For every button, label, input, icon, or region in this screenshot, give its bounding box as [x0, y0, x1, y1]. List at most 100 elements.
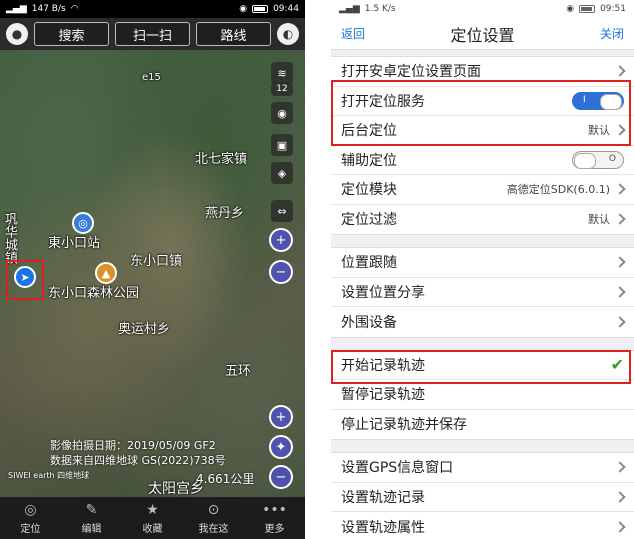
location-settings-screen: ▂▄▆ 1.5 K/s ◉ 09:51 返回 定位设置 关闭 打开安卓定位设置页… — [331, 0, 634, 539]
battery-icon — [579, 5, 596, 13]
status-bar: ▂▄▆ 1.5 K/s ◉ 09:51 — [331, 0, 634, 18]
row-label: 设置轨迹记录 — [341, 489, 425, 506]
map-label-forest-park: 东小口森林公园 — [48, 286, 140, 301]
battery-icon — [252, 5, 269, 13]
star-icon: ★ — [146, 501, 159, 518]
position-share-row[interactable]: 设置位置分享 — [331, 278, 634, 307]
alarm-icon: ◉ — [566, 4, 575, 14]
tool-icon[interactable]: ◈ — [271, 162, 293, 184]
tab-here[interactable]: ⊙ 我在这 — [183, 497, 244, 539]
track-attr-row[interactable]: 设置轨迹属性 — [331, 512, 634, 539]
row-label: 设置位置分享 — [341, 284, 425, 301]
row-value: 高德定位SDK(6.0.1) — [506, 183, 610, 197]
peripheral-device-row[interactable]: 外围设备 — [331, 307, 634, 337]
map-label-yandan: 燕丹乡 — [205, 206, 245, 221]
status-time: 09:51 — [600, 4, 626, 14]
ruler-icon[interactable]: ⇔ — [271, 200, 293, 222]
row-label: 设置轨迹属性 — [341, 519, 425, 536]
data-source: 数据来自四维地球 GS(2022)738号 — [50, 454, 226, 467]
pin-icon[interactable]: ◉ — [271, 102, 293, 124]
tab-favorites[interactable]: ★ 收藏 — [122, 497, 183, 539]
status-time: 09:44 — [273, 4, 299, 14]
signal-icon: ▂▄▆ — [339, 4, 360, 14]
scan-button[interactable]: 扫一扫 — [115, 22, 190, 46]
tab-label: 定位 — [20, 523, 41, 535]
chevron-right-icon — [614, 286, 626, 298]
account-icon[interactable]: ◐ — [277, 23, 299, 45]
location-arrow-icon[interactable]: ➤ — [14, 266, 36, 288]
chevron-right-icon — [614, 521, 626, 533]
track-record-settings-row[interactable]: 设置轨迹记录 — [331, 483, 634, 512]
more-icon: ••• — [262, 501, 287, 518]
track-settings-group: 设置GPS信息窗口 设置轨迹记录 设置轨迹属性 — [331, 452, 634, 539]
zoom-in-icon[interactable]: + — [269, 228, 293, 252]
capture-date: 影像拍摄日期：2019/05/09 GF2 — [50, 439, 216, 452]
status-bar: ▂▄▆ 147 B/s ◠ ◉ 09:44 — [0, 0, 305, 18]
minus-icon[interactable]: − — [269, 465, 293, 489]
zoom-out-icon[interactable]: − — [269, 260, 293, 284]
satellite-map[interactable]: e15 北七家镇 燕丹乡 巩华城镇 ◎ 東小口站 东小口镇 ▲ 东小口森林公园 … — [0, 50, 305, 497]
row-label: 定位模块 — [341, 182, 397, 199]
row-label: 停止记录轨迹并保存 — [341, 417, 467, 434]
chevron-right-icon — [614, 65, 626, 77]
park-icon[interactable]: ▲ — [95, 262, 117, 284]
zoom-level-badge: 12 — [271, 82, 293, 96]
row-label: 设置GPS信息窗口 — [341, 460, 454, 477]
row-label: 暂停记录轨迹 — [341, 387, 425, 404]
road-label: e15 — [142, 72, 161, 83]
chevron-right-icon — [614, 461, 626, 473]
chevron-right-icon — [614, 183, 626, 195]
tab-locate[interactable]: ◎ 定位 — [0, 497, 61, 539]
tab-label: 收藏 — [142, 523, 163, 535]
siwei-logo: SIWEI earth 四维地球 — [8, 471, 90, 480]
add-point-icon[interactable]: + — [269, 405, 293, 429]
network-speed: 1.5 K/s — [364, 4, 396, 14]
assist-location-row: 辅助定位 O — [331, 146, 634, 175]
map-top-bar: ● 搜索 扫一扫 路线 ◐ — [0, 18, 305, 50]
pause-track-row[interactable]: 暂停记录轨迹 — [331, 380, 634, 410]
map-app-screen: ▂▄▆ 147 B/s ◠ ◉ 09:44 ● 搜索 扫一扫 路线 ◐ e15 … — [0, 0, 305, 539]
location-module-row[interactable]: 定位模块 高德定位SDK(6.0.1) — [331, 175, 634, 205]
route-button[interactable]: 路线 — [196, 22, 271, 46]
camera-icon[interactable]: ▣ — [271, 134, 293, 156]
pin-icon: ⊙ — [207, 501, 220, 518]
chevron-right-icon — [614, 256, 626, 268]
wifi-icon: ◠ — [70, 4, 79, 14]
assist-location-toggle[interactable]: O — [572, 150, 624, 169]
row-label: 位置跟随 — [341, 255, 397, 272]
signal-icon: ▂▄▆ — [6, 4, 27, 14]
stop-track-row[interactable]: 停止记录轨迹并保存 — [331, 410, 634, 440]
network-speed: 147 B/s — [31, 4, 66, 14]
location-filter-row[interactable]: 定位过滤 默认 — [331, 205, 634, 235]
page-title: 定位设置 — [450, 25, 515, 45]
tab-more[interactable]: ••• 更多 — [244, 497, 305, 539]
tab-edit[interactable]: ✎ 编辑 — [61, 497, 122, 539]
chevron-right-icon — [614, 213, 626, 225]
map-label-beiqijia: 北七家镇 — [195, 152, 248, 167]
user-avatar-icon[interactable]: ● — [6, 23, 28, 45]
tab-label: 更多 — [264, 523, 285, 535]
position-group: 位置跟随 设置位置分享 外围设备 — [331, 247, 634, 338]
pencil-icon: ✎ — [85, 501, 98, 518]
subway-station-icon[interactable]: ◎ — [72, 212, 94, 234]
map-label-wuhuan: 五环 — [225, 364, 252, 379]
toggle-mark: O — [608, 153, 616, 164]
back-button[interactable]: 返回 — [341, 25, 365, 42]
compass-icon[interactable]: ✦ — [269, 435, 293, 459]
layers-icon[interactable]: ≋ — [271, 62, 293, 84]
row-value: 默认 — [588, 213, 610, 227]
position-follow-row[interactable]: 位置跟随 — [331, 248, 634, 278]
map-label-aoyuncun: 奥运村乡 — [118, 322, 171, 337]
map-label-dongxiaokou-town: 东小口镇 — [130, 254, 183, 269]
alarm-icon: ◉ — [239, 4, 248, 14]
nav-bar: 返回 定位设置 关闭 — [331, 18, 634, 50]
location-service-highlight — [331, 80, 631, 146]
gps-window-row[interactable]: 设置GPS信息窗口 — [331, 453, 634, 483]
chevron-right-icon — [614, 491, 626, 503]
row-label: 辅助定位 — [341, 152, 397, 169]
start-track-highlight — [331, 350, 631, 384]
row-label: 打开安卓定位设置页面 — [341, 64, 481, 81]
close-button[interactable]: 关闭 — [600, 25, 624, 42]
row-label: 定位过滤 — [341, 212, 397, 229]
search-button[interactable]: 搜索 — [34, 22, 109, 46]
